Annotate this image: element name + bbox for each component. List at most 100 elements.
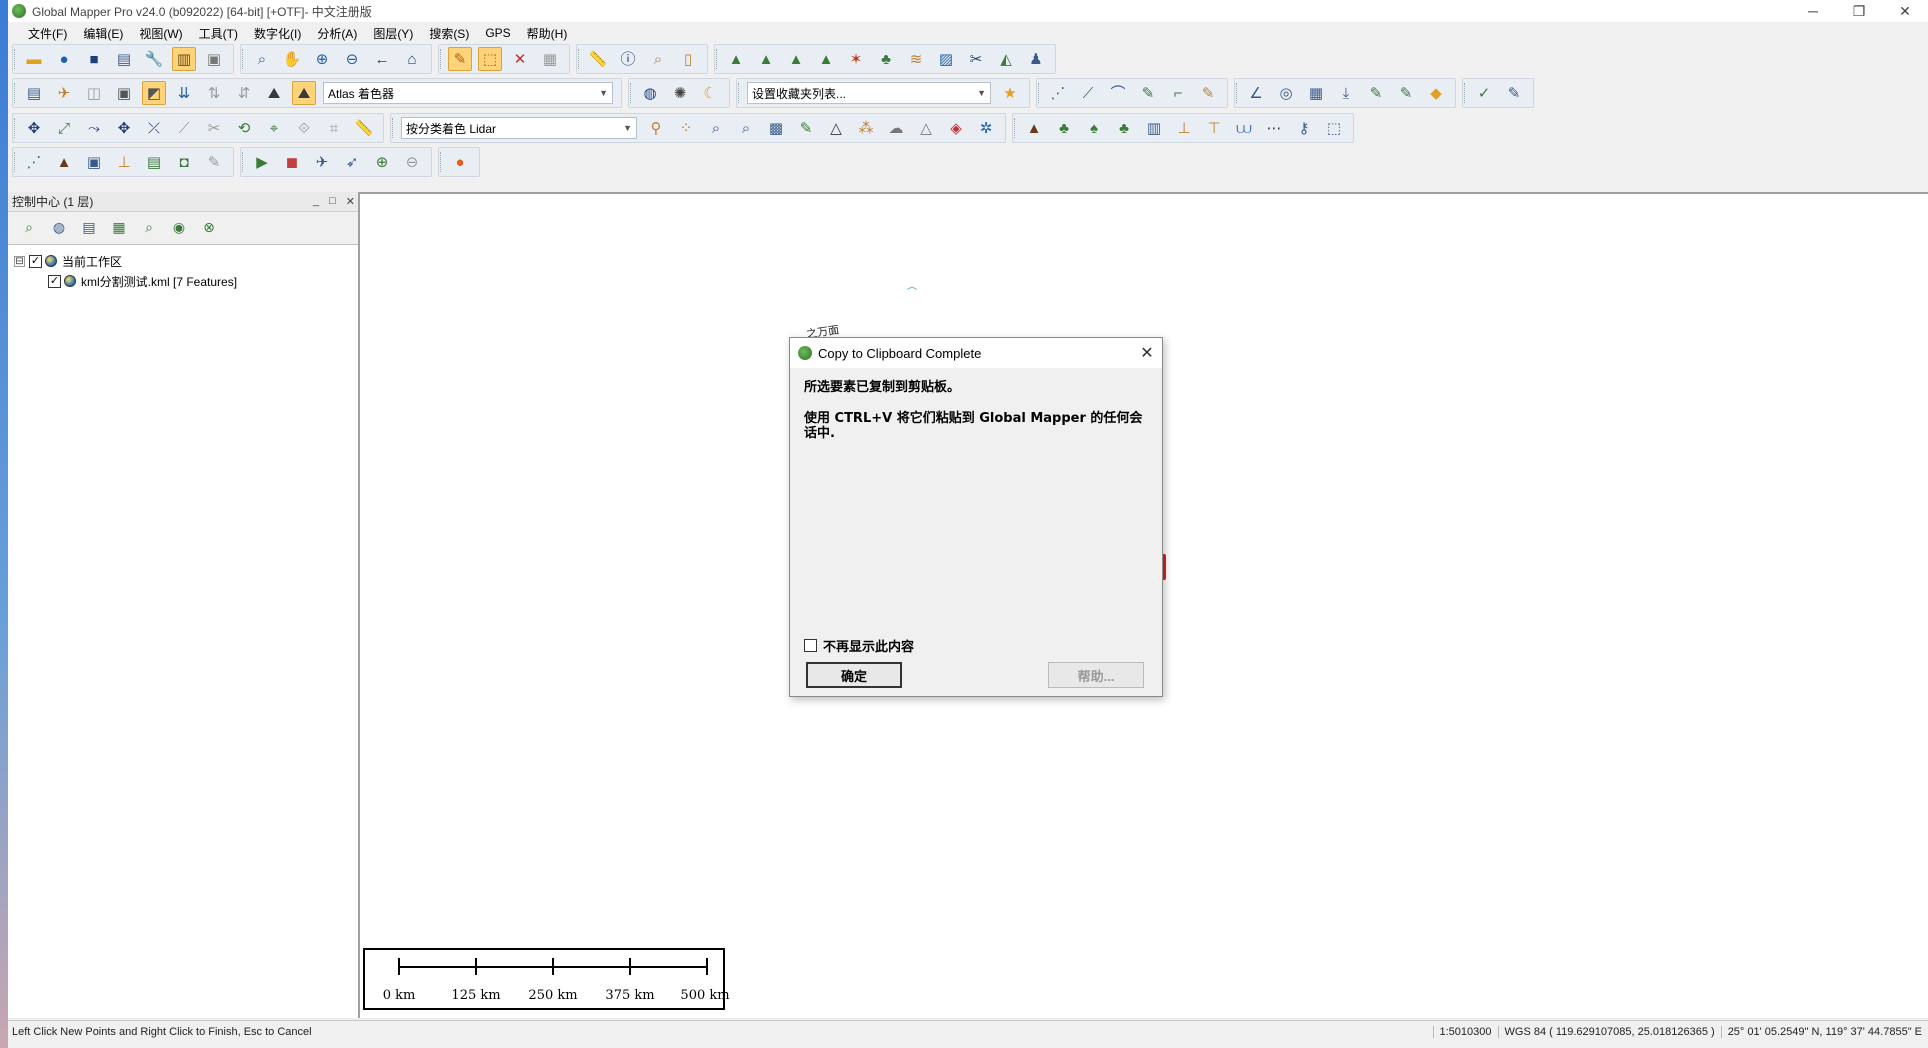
cluster-icon[interactable]: ⁂ [854,116,878,140]
remove-track-icon[interactable]: ⊖ [400,150,424,174]
extract-tree-icon[interactable]: ♠ [1082,116,1106,140]
combine-icon[interactable]: ◘ [172,150,196,174]
point-line-icon[interactable]: ⤓ [1334,81,1358,105]
zoom-in-icon[interactable]: ⊕ [310,47,334,71]
rotate-icon[interactable]: ⟲ [232,116,256,140]
layer-visibility-checkbox[interactable]: ✓ [48,274,61,288]
lidar-search-icon[interactable]: ⌕ [704,116,728,140]
info-icon[interactable]: ⓘ [616,47,640,71]
lidar-edit-icon[interactable]: ✎ [794,116,818,140]
digitizer-pencil-icon[interactable]: ✎ [448,47,472,71]
tree-root-row[interactable]: ⊟ ✓ 当前工作区 [14,251,122,271]
zoom-box-icon[interactable]: ⌕ [250,47,274,71]
close-window-button[interactable]: ✕ [1882,0,1928,22]
view-3d-icon[interactable]: ▣ [112,81,136,105]
tree-layer-row[interactable]: ✓ kml分割测试.kml [7 Features] [48,271,237,291]
pen-green-icon[interactable]: ✎ [1364,81,1388,105]
lidar-select[interactable]: 按分类着色 Lidar ▼ [401,117,637,139]
hill-shade-icon[interactable]: ⛰ [262,81,286,105]
path-profile-tool-icon[interactable]: ⋰ [22,150,46,174]
menu-help[interactable]: 帮助(H) [519,25,576,42]
color-wheel-icon[interactable]: ● [448,150,472,174]
water-level-icon[interactable]: ⇊ [172,81,196,105]
panel-float-button[interactable]: □ [329,195,336,208]
target-icon[interactable]: ◎ [1274,81,1298,105]
raster-calc-icon[interactable]: ▤ [142,150,166,174]
lidar-classify-icon[interactable]: ✲ [974,116,998,140]
tower-icon[interactable]: ⊥ [112,150,136,174]
layer-search-icon[interactable]: ⌕ [17,215,41,239]
attribute-table-icon[interactable]: ▤ [77,215,101,239]
line-tool-icon-3[interactable]: ⌒ [1106,81,1130,105]
extract-pole-icon[interactable]: ⊥ [1172,116,1196,140]
contour-icon[interactable]: ≋ [904,47,928,71]
move-icon[interactable]: ✥ [22,116,46,140]
collapse-expander-icon[interactable]: ⊟ [14,255,25,267]
favorites-select[interactable]: 设置收藏夹列表... ▼ [747,82,991,104]
restore-button[interactable]: ❐ [1836,0,1882,22]
reshape-icon[interactable]: ⤳ [82,116,106,140]
lidar-zoom-icon[interactable]: ⌕ [734,116,758,140]
overview-map-icon[interactable]: ▥ [172,47,196,71]
close-layer-icon[interactable]: ⊗ [197,215,221,239]
terrain-icon-2[interactable]: ▲ [754,47,778,71]
menu-edit[interactable]: 编辑(E) [75,25,131,42]
menu-tools[interactable]: 工具(T) [191,25,246,42]
stop-icon[interactable]: ◼ [280,150,304,174]
config-wrench-icon[interactable]: 🔧 [142,47,166,71]
add-track-icon[interactable]: ⊕ [370,150,394,174]
vertical-exag-icon[interactable]: ⇵ [232,81,256,105]
measure-ruler-icon[interactable]: 📏 [586,47,610,71]
daylight-icon[interactable]: ☾ [698,81,722,105]
terrain-icon-3[interactable]: ▲ [784,47,808,71]
split-line-icon[interactable]: ✂ [202,116,226,140]
download-settings-icon[interactable]: ✺ [668,81,692,105]
shapes-icon[interactable]: ◆ [1424,81,1448,105]
workspace-icon[interactable]: ▤ [112,47,136,71]
dont-show-again-checkbox[interactable] [804,639,817,652]
menu-gps[interactable]: GPS [477,26,518,40]
line-tool-icon-5[interactable]: ⌐ [1166,81,1190,105]
selection-grid-icon[interactable]: ⬚ [1322,116,1346,140]
back-arrow-icon[interactable]: ← [370,47,394,71]
building-icon[interactable]: ▣ [82,150,106,174]
delete-feature-icon[interactable]: ✕ [508,47,532,71]
combine-terrain-icon[interactable]: ✂ [964,47,988,71]
view-shed-icon[interactable]: ✶ [844,47,868,71]
extract-vegetation-icon[interactable]: ♣ [1052,116,1076,140]
map-image-icon[interactable]: ▨ [934,47,958,71]
angle-measure-icon[interactable]: ∠ [1244,81,1268,105]
extract-single-tree-icon[interactable]: ♣ [1112,116,1136,140]
menu-analysis[interactable]: 分析(A) [309,25,365,42]
fly-path-icon[interactable]: ➶ [340,150,364,174]
menu-layer[interactable]: 图层(Y) [365,25,421,42]
extract-building-icon[interactable]: ▥ [1142,116,1166,140]
zoom-to-layer-icon[interactable]: ⌕ [137,215,161,239]
watershed-icon[interactable]: ♣ [874,47,898,71]
play-icon[interactable]: ▶ [250,150,274,174]
zoom-out-icon[interactable]: ⊖ [340,47,364,71]
menu-view[interactable]: 视图(W) [131,25,190,42]
pen-edit-icon[interactable]: ✎ [1394,81,1418,105]
extract-powerline-icon[interactable]: ⊤ [1202,116,1226,140]
layout-icon[interactable]: ▤ [22,81,46,105]
lighting-icon[interactable]: ⇅ [202,81,226,105]
line-tool-icon-6[interactable]: ✎ [1196,81,1220,105]
save-icon[interactable]: ■ [82,47,106,71]
pan-hand-icon[interactable]: ✋ [280,47,304,71]
ruler-feature-icon[interactable]: 📏 [352,116,376,140]
menu-search[interactable]: 搜索(S) [421,25,477,42]
panel-close-button[interactable]: ✕ [346,195,355,208]
layer-visibility-icon[interactable]: ◉ [167,215,191,239]
move-vertex-icon[interactable]: ✥ [112,116,136,140]
cloud-icon[interactable]: ☁ [884,116,908,140]
layer-globe-icon[interactable]: ◍ [47,215,71,239]
select-box-icon[interactable]: ⬚ [478,47,502,71]
layers-icon[interactable]: ◈ [944,116,968,140]
shader-options-icon[interactable]: ⛰ [292,81,316,105]
ok-button[interactable]: 确定 [806,662,902,688]
globe-icon[interactable]: ● [52,47,76,71]
brush-icon[interactable]: ✎ [202,150,226,174]
slope-shader-icon[interactable]: ◩ [142,81,166,105]
line-tool-icon-4[interactable]: ✎ [1136,81,1160,105]
